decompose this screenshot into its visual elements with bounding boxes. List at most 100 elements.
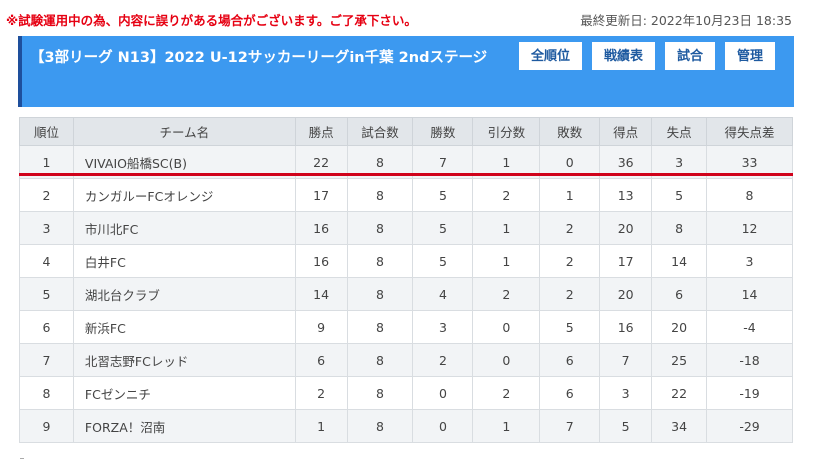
stat-cell: 12 bbox=[706, 211, 793, 245]
stat-cell: 8 bbox=[706, 178, 793, 212]
stat-cell: 6 bbox=[651, 277, 708, 311]
last-updated: 最終更新日: 2022年10月23日 18:35 bbox=[580, 13, 792, 28]
stat-cell: 5 bbox=[651, 178, 708, 212]
stat-cell: 2 bbox=[539, 211, 601, 245]
table-row: 6 新浜FC 9 8 3 0 5 16 20 -4 bbox=[19, 310, 793, 344]
stat-cell: 0 bbox=[412, 409, 474, 443]
team-name-cell: FCゼンニチ bbox=[72, 376, 296, 410]
stat-cell: 8 bbox=[346, 343, 414, 377]
stat-cell: 3 bbox=[19, 211, 74, 245]
stat-cell: 16 bbox=[294, 211, 348, 245]
stat-cell: 2 bbox=[412, 343, 474, 377]
stat-cell: 16 bbox=[294, 244, 348, 278]
stat-cell: 2 bbox=[472, 178, 541, 212]
stat-cell: 3 bbox=[706, 244, 793, 278]
stat-cell: 20 bbox=[599, 277, 653, 311]
column-header: 順位 bbox=[19, 117, 74, 146]
column-header: 引分数 bbox=[472, 117, 541, 146]
stat-cell: 2 bbox=[539, 244, 601, 278]
stat-cell: 13 bbox=[599, 178, 653, 212]
stat-cell: 8 bbox=[346, 178, 414, 212]
all-standings-button[interactable]: 全順位 bbox=[518, 42, 582, 70]
stat-cell: 9 bbox=[294, 310, 348, 344]
stat-cell: 1 bbox=[294, 409, 348, 443]
stat-cell: 8 bbox=[346, 409, 414, 443]
stat-cell: 8 bbox=[19, 376, 74, 410]
stat-cell: 5 bbox=[599, 409, 653, 443]
table-row: 5 湖北台クラブ 14 8 4 2 2 20 6 14 bbox=[19, 277, 793, 311]
stat-cell: 2 bbox=[539, 277, 601, 311]
stat-cell: 8 bbox=[346, 277, 414, 311]
stat-cell: 7 bbox=[19, 343, 74, 377]
stat-cell: 6 bbox=[539, 376, 601, 410]
stat-cell: 6 bbox=[294, 343, 348, 377]
stat-cell: 0 bbox=[472, 343, 541, 377]
column-header: チーム名 bbox=[72, 117, 296, 146]
column-header: 得点 bbox=[599, 117, 653, 146]
stat-cell: 4 bbox=[412, 277, 474, 311]
column-header: 得失点差 bbox=[706, 117, 793, 146]
stat-cell: -4 bbox=[706, 310, 793, 344]
header-buttons: 全順位 戦績表 試合 管理 bbox=[518, 42, 775, 70]
stat-cell: 14 bbox=[294, 277, 348, 311]
stat-cell: 8 bbox=[346, 244, 414, 278]
team-name-cell: 市川北FC bbox=[72, 211, 296, 245]
stat-cell: -19 bbox=[706, 376, 793, 410]
stat-cell: 9 bbox=[19, 409, 74, 443]
stat-cell: 20 bbox=[599, 211, 653, 245]
team-name-cell: 白井FC bbox=[72, 244, 296, 278]
table-body: 1 VIVAIO船橋SC(B) 22 8 7 1 0 36 3 33 2 カンガルーFCオレンジ 17 8… bbox=[19, 145, 793, 443]
table-row: 3 市川北FC 16 8 5 1 2 20 8 12 bbox=[19, 211, 793, 245]
stat-cell: 2 bbox=[472, 376, 541, 410]
stat-cell: 5 bbox=[539, 310, 601, 344]
stat-cell: 1 bbox=[472, 211, 541, 245]
stat-cell: 0 bbox=[412, 376, 474, 410]
stat-cell: 5 bbox=[412, 244, 474, 278]
league-header: 【3部リーグ N13】2022 U-12サッカーリーグin千葉 2ndステージ … bbox=[18, 36, 794, 107]
stat-cell: 1 bbox=[472, 409, 541, 443]
stat-cell: 0 bbox=[472, 310, 541, 344]
stat-cell: 5 bbox=[412, 178, 474, 212]
stat-cell: 20 bbox=[651, 310, 708, 344]
stat-cell: 22 bbox=[651, 376, 708, 410]
column-header: 敗数 bbox=[539, 117, 601, 146]
team-name-cell: カンガルーFCオレンジ bbox=[72, 178, 296, 212]
column-header: 勝数 bbox=[412, 117, 474, 146]
trial-notice: ※試験運用中の為、内容に誤りがある場合がございます。ご了承下さい。 bbox=[6, 13, 417, 28]
standings-table: 順位 チーム名 勝点 試合数 勝数 引分数 敗数 得点 失点 得失点差 1 VIVAIO船橋SC(B… bbox=[19, 117, 793, 443]
stat-cell: 8 bbox=[346, 211, 414, 245]
league-title: 【3部リーグ N13】2022 U-12サッカーリーグin千葉 2ndステージ bbox=[30, 50, 488, 66]
table-row: 2 カンガルーFCオレンジ 17 8 5 2 1 13 5 8 bbox=[19, 178, 793, 212]
stat-cell: 34 bbox=[651, 409, 708, 443]
stat-cell: 16 bbox=[599, 310, 653, 344]
table-row: 4 白井FC 16 8 5 1 2 17 14 3 bbox=[19, 244, 793, 278]
stat-cell: 8 bbox=[651, 211, 708, 245]
stat-cell: 5 bbox=[19, 277, 74, 311]
stat-cell: 2 bbox=[472, 277, 541, 311]
footer-mark bbox=[20, 458, 24, 459]
stat-cell: 6 bbox=[539, 343, 601, 377]
stat-cell: 17 bbox=[294, 178, 348, 212]
stat-cell: 8 bbox=[346, 376, 414, 410]
stat-cell: 4 bbox=[19, 244, 74, 278]
stat-cell: 5 bbox=[412, 211, 474, 245]
stat-cell: 3 bbox=[412, 310, 474, 344]
results-table-button[interactable]: 戦績表 bbox=[591, 42, 655, 70]
stat-cell: 8 bbox=[346, 310, 414, 344]
stat-cell: 25 bbox=[651, 343, 708, 377]
team-name-cell: FORZA！沼南 bbox=[72, 409, 296, 443]
team-name-cell: 湖北台クラブ bbox=[72, 277, 296, 311]
stat-cell: 17 bbox=[599, 244, 653, 278]
stat-cell: -29 bbox=[706, 409, 793, 443]
table-header-row: 順位 チーム名 勝点 試合数 勝数 引分数 敗数 得点 失点 得失点差 bbox=[19, 117, 793, 146]
admin-button[interactable]: 管理 bbox=[724, 42, 775, 70]
column-header: 試合数 bbox=[346, 117, 414, 146]
team-name-cell: 北習志野FCレッド bbox=[72, 343, 296, 377]
matches-button[interactable]: 試合 bbox=[664, 42, 715, 70]
promotion-line bbox=[19, 173, 793, 176]
stat-cell: 6 bbox=[19, 310, 74, 344]
column-header: 勝点 bbox=[294, 117, 348, 146]
table-row: 7 北習志野FCレッド 6 8 2 0 6 7 25 -18 bbox=[19, 343, 793, 377]
stat-cell: -18 bbox=[706, 343, 793, 377]
stat-cell: 2 bbox=[19, 178, 74, 212]
